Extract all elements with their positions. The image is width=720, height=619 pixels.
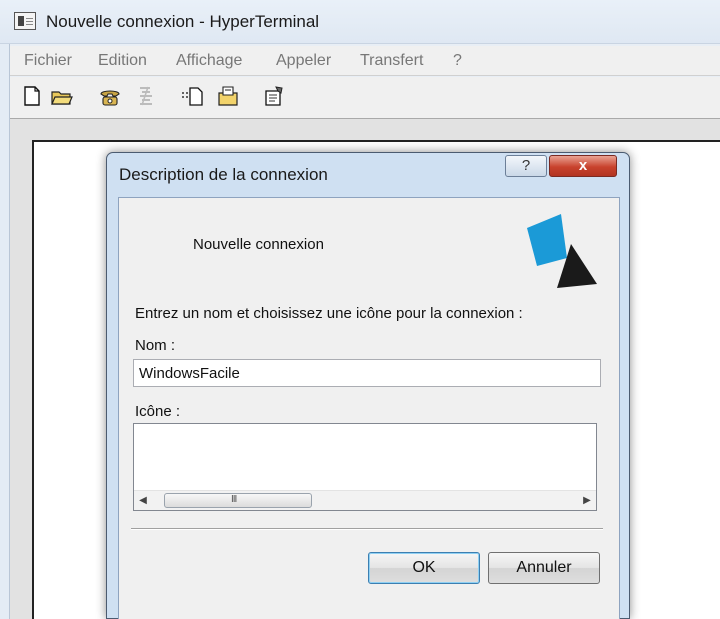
title-bar[interactable]: Nouvelle connexion - HyperTerminal (0, 0, 720, 44)
dialog-content: Nouvelle connexion Entrez un nom et choi… (118, 197, 620, 619)
help-button[interactable]: ? (505, 155, 547, 177)
ok-button[interactable]: OK (368, 552, 480, 584)
menu-help[interactable]: ? (453, 52, 462, 70)
open-folder-icon[interactable] (50, 85, 74, 107)
receive-file-icon[interactable] (216, 85, 240, 107)
horizontal-scrollbar[interactable]: ◀ III ▶ (134, 490, 596, 510)
instruction-text: Entrez un nom et choisissez une icône po… (135, 305, 523, 322)
icon-label: Icône : (135, 403, 181, 420)
properties-icon[interactable] (262, 85, 286, 107)
scroll-grip: III (231, 494, 237, 505)
icon-list[interactable]: ◀ III ▶ (133, 423, 597, 511)
scroll-thumb[interactable]: III (164, 493, 312, 508)
name-label: Nom : (135, 337, 176, 354)
name-input[interactable] (133, 359, 601, 387)
scroll-right-arrow-icon[interactable]: ▶ (578, 491, 596, 510)
menu-appeler[interactable]: Appeler (276, 52, 331, 70)
menu-transfert[interactable]: Transfert (360, 52, 423, 70)
toolbar (10, 77, 720, 119)
menu-fichier[interactable]: Fichier (24, 52, 72, 70)
connection-name-text: Nouvelle connexion (193, 236, 324, 253)
hyperterminal-app-icon[interactable] (14, 12, 36, 30)
phone-connect-icon[interactable] (98, 85, 122, 107)
cancel-button[interactable]: Annuler (488, 552, 600, 584)
close-button[interactable]: x (549, 155, 617, 177)
new-document-icon[interactable] (20, 85, 44, 107)
dialog-title: Description de la connexion (119, 165, 328, 184)
scroll-left-arrow-icon[interactable]: ◀ (134, 491, 152, 510)
window-left-border (0, 44, 10, 619)
windowsfacile-logo-icon (521, 214, 601, 294)
separator (131, 528, 603, 530)
menu-bar: Fichier Edition Affichage Appeler Transf… (10, 46, 720, 76)
menu-affichage[interactable]: Affichage (176, 52, 242, 70)
send-file-icon[interactable] (180, 85, 204, 107)
connection-description-dialog: Description de la connexion ? x Nouvelle… (106, 152, 630, 619)
menu-edition[interactable]: Edition (98, 52, 147, 70)
phone-disconnect-icon[interactable] (134, 85, 158, 107)
window-title: Nouvelle connexion - HyperTerminal (46, 12, 320, 31)
